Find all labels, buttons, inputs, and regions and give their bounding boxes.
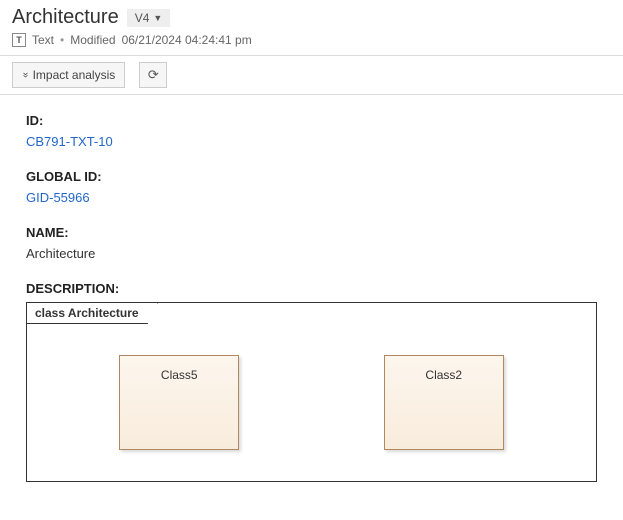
diagram-frame-label: class Architecture bbox=[27, 303, 158, 324]
version-selector[interactable]: V4 ▼ bbox=[127, 9, 171, 27]
content: ID: CB791-TXT-10 GLOBAL ID: GID-55966 NA… bbox=[0, 95, 623, 520]
field-global-id: GLOBAL ID: GID-55966 bbox=[26, 169, 597, 205]
caret-down-icon: ▼ bbox=[153, 13, 162, 23]
double-chevron-down-icon: » bbox=[20, 72, 30, 78]
modified-label: Modified bbox=[70, 33, 115, 47]
class-diagram-frame: class Architecture Class5 Class2 bbox=[26, 302, 597, 482]
field-id: ID: CB791-TXT-10 bbox=[26, 113, 597, 149]
refresh-icon: ⟳ bbox=[148, 67, 159, 83]
name-label: NAME: bbox=[26, 225, 597, 240]
header: Architecture V4 ▼ T Text • Modified 06/2… bbox=[0, 0, 623, 55]
field-description: DESCRIPTION: class Architecture Class5 C… bbox=[26, 281, 597, 482]
diagram-classes-container: Class5 Class2 bbox=[27, 303, 596, 481]
toolbar: » Impact analysis ⟳ bbox=[0, 55, 623, 95]
title-row: Architecture V4 ▼ bbox=[12, 6, 611, 29]
page-title: Architecture bbox=[12, 6, 119, 29]
class-box[interactable]: Class5 bbox=[119, 355, 239, 450]
description-label: DESCRIPTION: bbox=[26, 281, 597, 296]
name-value: Architecture bbox=[26, 246, 597, 261]
id-value-link[interactable]: CB791-TXT-10 bbox=[26, 134, 597, 149]
text-type-icon: T bbox=[12, 33, 26, 47]
refresh-button[interactable]: ⟳ bbox=[139, 62, 167, 88]
global-id-label: GLOBAL ID: bbox=[26, 169, 597, 184]
type-label: Text bbox=[32, 33, 54, 47]
version-label: V4 bbox=[135, 11, 150, 25]
class-box[interactable]: Class2 bbox=[384, 355, 504, 450]
id-label: ID: bbox=[26, 113, 597, 128]
field-name: NAME: Architecture bbox=[26, 225, 597, 261]
global-id-value-link[interactable]: GID-55966 bbox=[26, 190, 597, 205]
modified-value: 06/21/2024 04:24:41 pm bbox=[122, 33, 252, 47]
impact-analysis-label: Impact analysis bbox=[33, 68, 116, 82]
impact-analysis-button[interactable]: » Impact analysis bbox=[12, 62, 125, 88]
meta-row: T Text • Modified 06/21/2024 04:24:41 pm bbox=[12, 33, 611, 47]
separator-dot: • bbox=[60, 33, 64, 47]
